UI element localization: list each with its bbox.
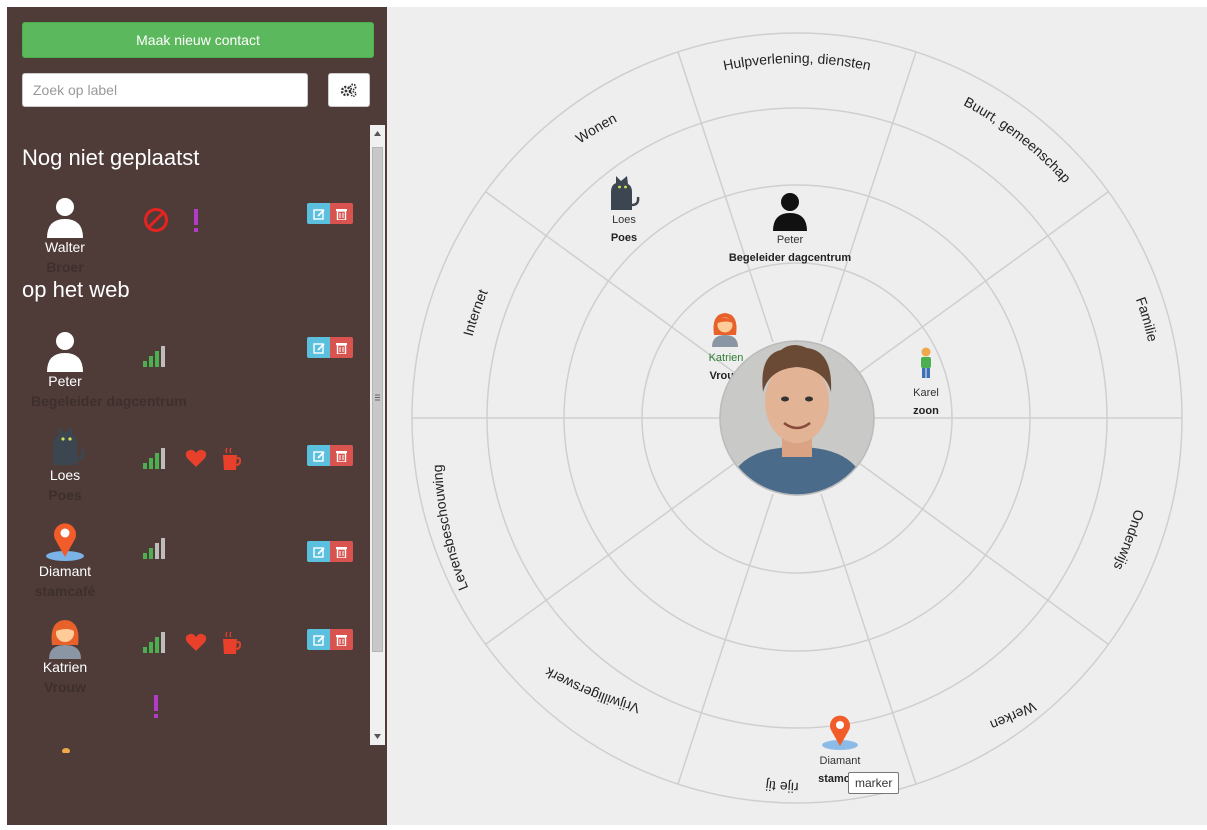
sector-label: Wonen [573,110,619,147]
contact-name: Katrien [709,352,744,364]
contact-name: Karel [913,387,939,399]
map-contact-loes[interactable]: Loes Poes [611,176,640,244]
exclamation-icon [154,695,158,718]
sector-label: Buurt, gemeenschap [962,93,1075,185]
edit-button[interactable] [307,337,330,358]
contact-name: Loes [49,467,81,483]
delete-button[interactable] [330,629,353,650]
contact-role: zoon [913,405,939,417]
cat-icon [53,427,85,465]
woman-icon [712,313,738,347]
trash-icon [336,634,347,646]
delete-button[interactable] [330,445,353,466]
person-icon [47,198,83,238]
map-contact-peter[interactable]: Peter Begeleider dagcentrum [729,193,851,264]
sector-label: Vrijwilligerswerk [541,664,641,717]
edit-icon [312,342,325,354]
contact-name: Peter [48,373,82,389]
partial-avatar-icon [62,748,70,753]
contact-name: Peter [777,234,804,246]
contact-name: Diamant [38,563,92,579]
settings-button[interactable] [328,73,370,107]
sidebar-scrollbar[interactable] [370,125,385,745]
list-item[interactable]: Walter Broer [7,195,369,285]
profile-photo[interactable] [719,340,875,496]
grip-icon [375,394,380,401]
sector-label: Internet [460,287,491,338]
cat-icon [611,176,640,210]
heart-icon [185,633,207,651]
trash-icon [336,546,347,558]
contact-role: Poes [48,487,82,503]
woman-icon [49,620,81,659]
list-item[interactable]: Peter Begeleider dagcentrum [7,329,369,419]
edit-button[interactable] [307,541,330,562]
unplaced-section-title: Nog niet geplaatst [22,145,200,170]
edit-icon [312,450,325,462]
map-contact-karel[interactable]: Karel zoon [913,347,939,418]
contact-name: Walter [45,239,85,255]
edit-icon [312,546,325,558]
scroll-down-icon [374,734,381,739]
marker-tooltip: marker [848,772,900,794]
web-section-title: op het web [22,277,130,302]
blocked-icon [144,208,168,232]
delete-button[interactable] [330,203,353,224]
map-marker-icon [46,523,84,561]
edit-button[interactable] [307,203,330,224]
person-icon [773,193,807,231]
new-contact-button[interactable]: Maak nieuw contact [22,22,374,58]
contact-name: Katrien [42,659,88,675]
list-item[interactable]: Katrien Vrouw [7,615,369,718]
contact-role: Begeleider dagcentrum [31,393,187,409]
delete-button[interactable] [330,541,353,562]
sector-label: Werken [988,699,1039,734]
list-item[interactable]: Loes Poes [7,423,369,513]
contact-role: Begeleider dagcentrum [729,252,851,264]
person-icon [47,332,83,372]
sector-label: Hulpverlening, diensten [722,50,873,73]
list-item[interactable]: Diamant stamcafé [7,519,369,609]
contacts-sidebar: Maak nieuw contact Nog niet geplaatst Wa… [7,7,387,825]
trash-icon [336,450,347,462]
trash-icon [336,208,347,220]
scroll-up-icon [374,131,381,136]
exclamation-icon [194,209,198,232]
sector-label: Onderwijs [1111,508,1148,573]
trash-icon [336,342,347,354]
signal-icon [143,448,165,469]
edit-button[interactable] [307,629,330,650]
contact-role: Vrouw [43,679,86,695]
contact-role: stamc [818,773,850,785]
scroll-thumb[interactable] [372,147,383,652]
contact-role: stamcafé [34,583,96,599]
edit-icon [312,208,325,220]
edit-icon [312,634,325,646]
contact-role: Poes [611,232,637,244]
contact-name: Diamant [820,755,861,767]
child-icon [921,347,931,378]
delete-button[interactable] [330,337,353,358]
map-marker-icon [822,715,858,750]
signal-icon [143,632,165,653]
contact-role: Broer [46,259,84,275]
signal-icon [143,538,165,559]
label-search-input[interactable] [22,73,308,107]
network-map[interactable]: Hulpverlening, diensten Buurt, gemeensch… [383,0,1207,825]
coffee-icon [223,447,241,470]
contact-name: Loes [612,214,636,226]
signal-icon [143,346,165,367]
coffee-icon [223,631,241,654]
sector-label: Levensbeschouwing [429,464,471,593]
heart-icon [185,449,207,467]
network-map-panel: Hulpverlening, diensten Buurt, gemeensch… [383,0,1207,825]
sector-label: Familie [1133,295,1161,344]
edit-button[interactable] [307,445,330,466]
cogs-icon [340,83,357,98]
